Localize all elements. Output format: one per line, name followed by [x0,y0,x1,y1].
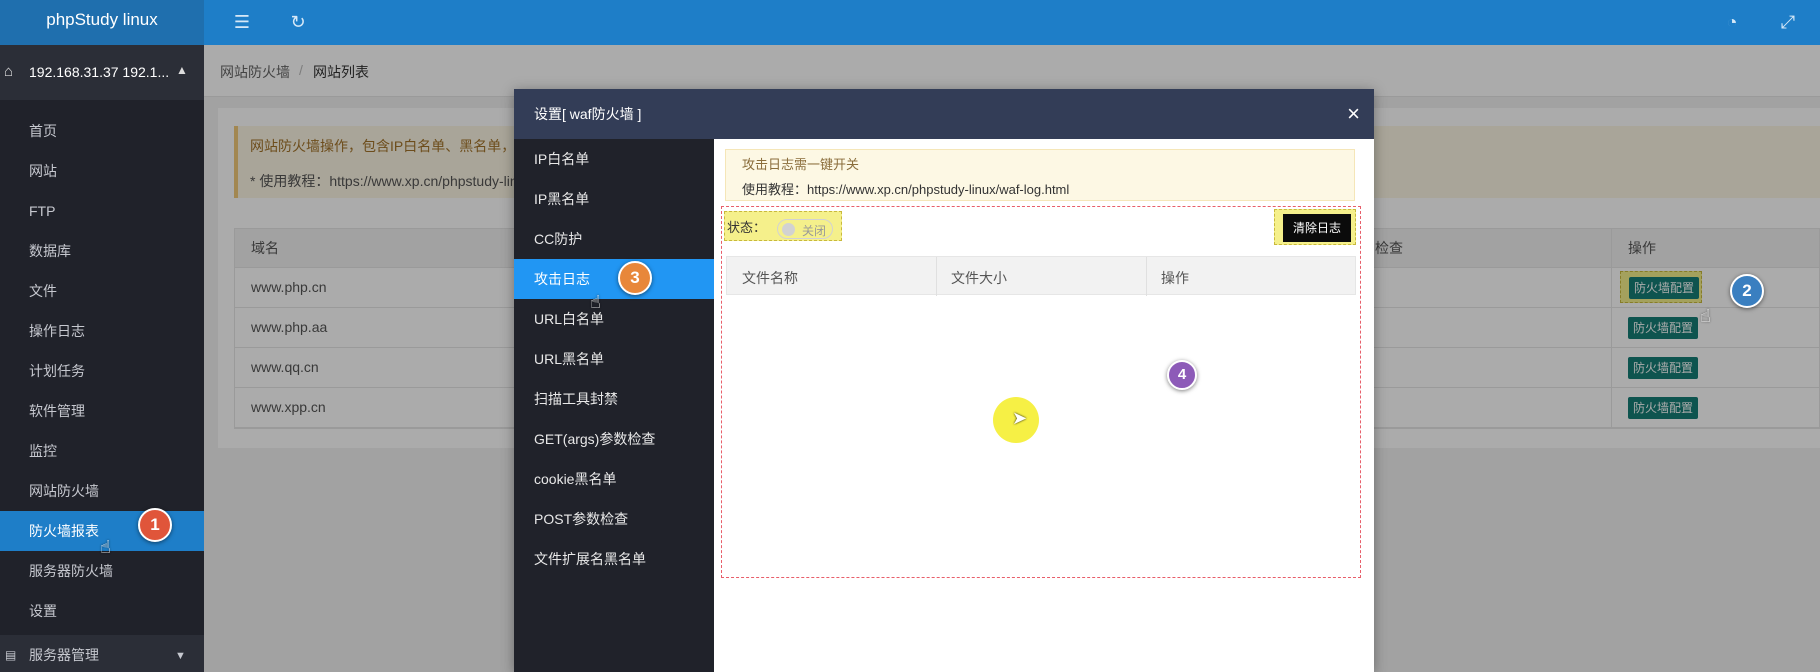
home-icon: ⌂ [4,63,14,80]
sidebar-item-waf[interactable]: 网站防火墙 [0,471,204,511]
step-badge-2: 2 [1730,274,1764,308]
server-ip: 192.168.31.37 192.1... [29,64,170,80]
menu-item-ip-blacklist[interactable]: IP黑名单 [514,179,714,219]
refresh-icon[interactable]: ↻ [286,10,310,34]
sidebar-item-files[interactable]: 文件 [0,271,204,311]
menu-item-cc[interactable]: CC防护 [514,219,714,259]
status-label: 状态： [727,220,767,235]
notice-line-1: 攻击日志需一键开关 [742,157,860,172]
hand-cursor-icon: ☝ [590,292,601,312]
modal-menu: IP白名单 IP黑名单 CC防护 攻击日志 URL白名单 URL黑名单 扫描工具… [514,139,714,672]
sidebar-item-cron[interactable]: 计划任务 [0,351,204,391]
sidebar-group-label: 服务器管理 [29,647,99,663]
menu-item-ip-whitelist[interactable]: IP白名单 [514,139,714,179]
sidebar-item-settings[interactable]: 设置 [0,591,204,631]
log-toggle-switch[interactable]: 关闭 [777,219,833,239]
toggle-knob [782,223,795,236]
step-badge-1: 1 [138,508,172,542]
layers-icon: ▤ [5,648,17,662]
column-actions: 操作 [1161,270,1189,286]
menu-item-attack-log[interactable]: 攻击日志 [514,259,714,299]
menu-item-url-whitelist[interactable]: URL白名单 [514,299,714,339]
sidebar-item-monitor[interactable]: 监控 [0,431,204,471]
sidebar-item-website[interactable]: 网站 [0,151,204,191]
sidebar-group-server-management[interactable]: ▤ 服务器管理 ▼ [0,635,204,672]
modal-title: 设置[ waf防火墙 ] [514,89,1374,139]
step-badge-4: 4 [1167,360,1197,390]
notice-line-2: 使用教程：https://www.xp.cn/phpstudy-linux/wa… [742,182,1070,197]
clear-log-highlight: 清除日志 [1274,209,1356,245]
fullscreen-icon[interactable]: ⤢ [1776,10,1800,34]
top-bar: phpStudy linux ☰ ↻ ◔ ⤢ [0,0,1820,45]
menu-item-url-blacklist[interactable]: URL黑名单 [514,339,714,379]
sidebar: ⌂ 192.168.31.37 192.1... ▲ 首页 网站 FTP 数据库… [0,45,204,672]
sidebar-item-database[interactable]: 数据库 [0,231,204,271]
status-highlight: 状态： 关闭 [724,211,842,241]
waf-settings-modal: 设置[ waf防火墙 ] × IP白名单 IP黑名单 CC防护 攻击日志 URL… [514,89,1374,672]
sidebar-item-home[interactable]: 首页 [0,111,204,151]
hand-cursor-icon: ☝ [100,537,111,557]
menu-item-cookie-blacklist[interactable]: cookie黑名单 [514,459,714,499]
menu-item-scanner-ban[interactable]: 扫描工具封禁 [514,379,714,419]
column-file-name: 文件名称 [742,270,798,286]
palette-icon[interactable]: ◔ [1720,10,1744,34]
brand-logo: phpStudy linux [0,0,204,45]
step-badge-3: 3 [618,261,652,295]
hand-cursor-icon: ☝ [1700,306,1711,326]
log-table-header: 文件名称 文件大小 操作 [726,256,1356,296]
sidebar-item-oplog[interactable]: 操作日志 [0,311,204,351]
close-icon[interactable]: × [1347,89,1360,139]
menu-fold-icon[interactable]: ☰ [230,10,254,34]
sidebar-item-software[interactable]: 软件管理 [0,391,204,431]
column-divider [936,257,937,296]
caret-down-icon: ▼ [175,650,186,662]
menu-item-ext-blacklist[interactable]: 文件扩展名黑名单 [514,539,714,579]
sidebar-item-ftp[interactable]: FTP [0,191,204,231]
menu-item-get-args[interactable]: GET(args)参数检查 [514,419,714,459]
arrow-cursor-icon: ➤ [1012,408,1028,428]
attack-log-notice: 攻击日志需一键开关 使用教程：https://www.xp.cn/phpstud… [725,149,1355,201]
toggle-text: 关闭 [802,224,827,238]
menu-item-post-check[interactable]: POST参数检查 [514,499,714,539]
server-selector[interactable]: ⌂ 192.168.31.37 192.1... ▲ [0,45,204,100]
clear-log-button[interactable]: 清除日志 [1283,214,1351,242]
column-divider [1146,257,1147,296]
caret-up-icon: ▲ [176,63,188,77]
column-file-size: 文件大小 [951,270,1007,286]
